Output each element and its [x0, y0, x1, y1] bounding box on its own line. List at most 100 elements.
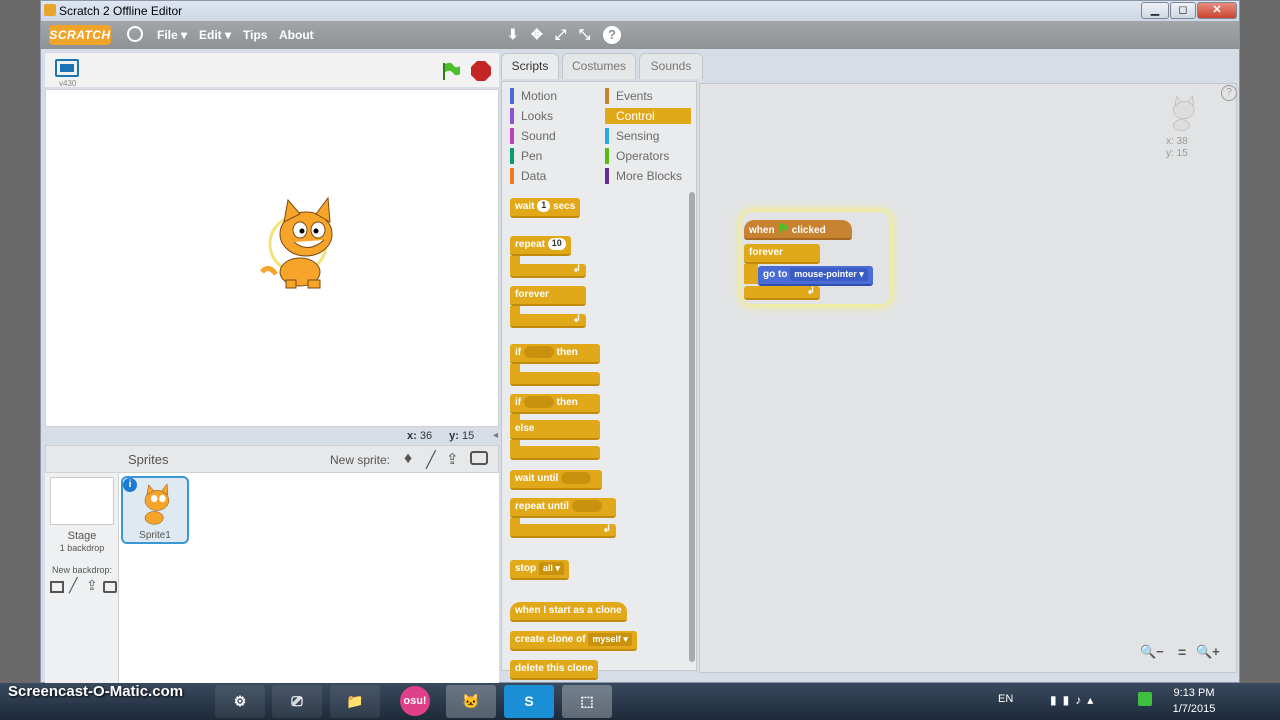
upload-sprite-icon[interactable]: ⇪ [446, 450, 459, 468]
wait-until-slot[interactable] [561, 472, 592, 485]
taskbar: Screencast-O-Matic.com ⚙ ⎚ 📁 osu! 🐱 S ⬚ … [0, 683, 1280, 720]
create-clone-block[interactable]: create clone of myself ▾ [510, 631, 637, 651]
scripts-area[interactable]: x: 38 y: 15 when ⚑ clicked forever go to… [699, 83, 1237, 673]
paint-backdrop-icon[interactable]: ╱ [69, 577, 77, 594]
new-backdrop-label: New backdrop: [51, 565, 113, 575]
grow-icon[interactable]: ⤢ [555, 26, 566, 43]
create-clone-dropdown[interactable]: myself ▾ [588, 632, 632, 646]
globe-icon[interactable] [127, 26, 143, 42]
else-section: else [510, 420, 600, 440]
clock-time[interactable]: 9:13 PM [1166, 687, 1222, 699]
tray-icons[interactable]: ▮▮♪▴ [1050, 693, 1099, 707]
menu-about[interactable]: About [279, 28, 314, 42]
collapse-stage-icon[interactable]: ◂ [493, 430, 498, 441]
stage-column: Stage 1 backdrop New backdrop: ╱ ⇪ [45, 473, 119, 683]
taskbar-app-scratch[interactable]: 🐱 [446, 685, 496, 718]
category-data[interactable]: Data [510, 168, 598, 184]
taskbar-app-explorer[interactable]: 📁 [330, 685, 380, 718]
category-sound[interactable]: Sound [510, 128, 598, 144]
zoom-out-icon[interactable]: 🔍− [1140, 644, 1164, 660]
block-palette: Motion Looks Sound Pen Data Events Contr… [501, 81, 697, 680]
if-else-condition-slot[interactable] [523, 396, 554, 409]
repeat-until-slot[interactable] [571, 500, 602, 513]
taskbar-app-settings[interactable]: ⚙ [215, 685, 265, 718]
repeat-value[interactable]: 10 [547, 238, 566, 251]
stop-dropdown[interactable]: all ▾ [538, 561, 564, 575]
hat-clicked-label: clicked [791, 225, 826, 236]
tab-costumes[interactable]: Costumes [562, 53, 636, 79]
camera-backdrop-icon[interactable] [103, 581, 117, 593]
goto-block[interactable]: go to mouse-pointer ▾ [758, 266, 873, 286]
forever-script-block[interactable]: forever [744, 244, 820, 264]
if-else-if-label: if [515, 397, 522, 408]
scripts-help-icon[interactable]: ? [1221, 85, 1237, 101]
clock-date[interactable]: 1/7/2015 [1166, 703, 1222, 715]
mouse-x-label: x: [407, 430, 417, 442]
stop-sign-icon[interactable] [471, 61, 491, 81]
stage-thumbnail[interactable] [50, 477, 114, 525]
category-looks[interactable]: Looks [510, 108, 598, 124]
forever-block[interactable]: forever [510, 286, 586, 306]
wait-until-block[interactable]: wait until [510, 470, 602, 490]
category-sensing[interactable]: Sensing [605, 128, 691, 144]
if-else-block[interactable]: if then [510, 394, 600, 414]
paint-sprite-icon[interactable]: ╱ [426, 450, 436, 470]
sprite-thumbnail-sprite1[interactable]: i Sprite1 [121, 476, 189, 544]
stage-label: Stage [67, 530, 97, 542]
wait-value[interactable]: 1 [537, 200, 551, 213]
camera-sprite-icon[interactable] [470, 451, 488, 465]
if-then-block[interactable]: if then [510, 344, 600, 364]
wait-until-label: wait until [515, 473, 559, 484]
if-condition-slot[interactable] [523, 346, 554, 359]
app-window: Scratch 2 Offline Editor ▁ ◻ ✕ SCRATCH F… [40, 0, 1240, 683]
taskbar-app-osu[interactable]: osu! [390, 685, 440, 718]
zoom-reset-icon[interactable]: = [1178, 644, 1186, 660]
clone-start-hat-block[interactable]: when I start as a clone [510, 602, 627, 622]
taskbar-app-screencast[interactable]: ⬚ [562, 685, 612, 718]
category-control[interactable]: Control [605, 108, 691, 124]
menu-edit[interactable]: Edit ▾ [199, 28, 231, 42]
wait-secs-block[interactable]: wait 1 secs [510, 198, 581, 218]
repeat-block[interactable]: repeat 10 [510, 236, 571, 256]
minimize-button[interactable]: ▁ [1141, 2, 1169, 19]
else-label: else [515, 423, 535, 434]
taskbar-app-window[interactable]: ⎚ [272, 685, 322, 718]
tab-scripts[interactable]: Scripts [501, 53, 559, 79]
close-button[interactable]: ✕ [1197, 2, 1237, 19]
taskbar-app-skype[interactable]: S [504, 685, 554, 718]
wait-label: wait [515, 201, 535, 212]
goto-dropdown[interactable]: mouse-pointer ▾ [790, 267, 868, 281]
menu-file[interactable]: File ▾ [157, 28, 187, 42]
forever-label: forever [515, 289, 549, 300]
category-events[interactable]: Events [605, 88, 691, 104]
tray-green-icon[interactable] [1138, 692, 1152, 706]
cat-sprite[interactable] [258, 194, 350, 294]
category-pen[interactable]: Pen [510, 148, 598, 164]
menu-tips[interactable]: Tips [243, 28, 267, 42]
category-operators[interactable]: Operators [605, 148, 691, 164]
green-flag-icon[interactable] [441, 61, 461, 81]
category-more-blocks[interactable]: More Blocks [605, 168, 691, 184]
upload-backdrop-icon[interactable]: ⇪ [86, 577, 98, 594]
repeat-until-block[interactable]: repeat until [510, 498, 616, 518]
stop-block[interactable]: stop all ▾ [510, 560, 569, 580]
stage-canvas[interactable] [45, 89, 499, 427]
delete-clone-block[interactable]: delete this clone [510, 660, 599, 680]
tab-sounds[interactable]: Sounds [639, 53, 703, 79]
fullscreen-icon[interactable] [55, 59, 79, 77]
backdrop-library-icon[interactable] [50, 581, 64, 593]
when-flag-clicked-block[interactable]: when ⚑ clicked [744, 220, 852, 240]
palette-scrollbar[interactable] [689, 192, 695, 662]
language-indicator[interactable]: EN [998, 693, 1013, 705]
backdrop-count: 1 backdrop [59, 543, 105, 553]
shrink-icon[interactable]: ⤡ [579, 26, 590, 43]
scratch-logo[interactable]: SCRATCH [49, 25, 111, 45]
maximize-button[interactable]: ◻ [1170, 2, 1196, 19]
app-icon [44, 4, 56, 16]
sprite-library-icon[interactable]: ♦ [404, 450, 412, 468]
zoom-in-icon[interactable]: 🔍+ [1196, 644, 1220, 660]
category-motion[interactable]: Motion [510, 88, 598, 104]
duplicate-icon[interactable]: ⬇ [507, 26, 519, 43]
cut-icon[interactable]: ✥ [531, 26, 543, 43]
help-icon[interactable]: ? [603, 26, 621, 44]
